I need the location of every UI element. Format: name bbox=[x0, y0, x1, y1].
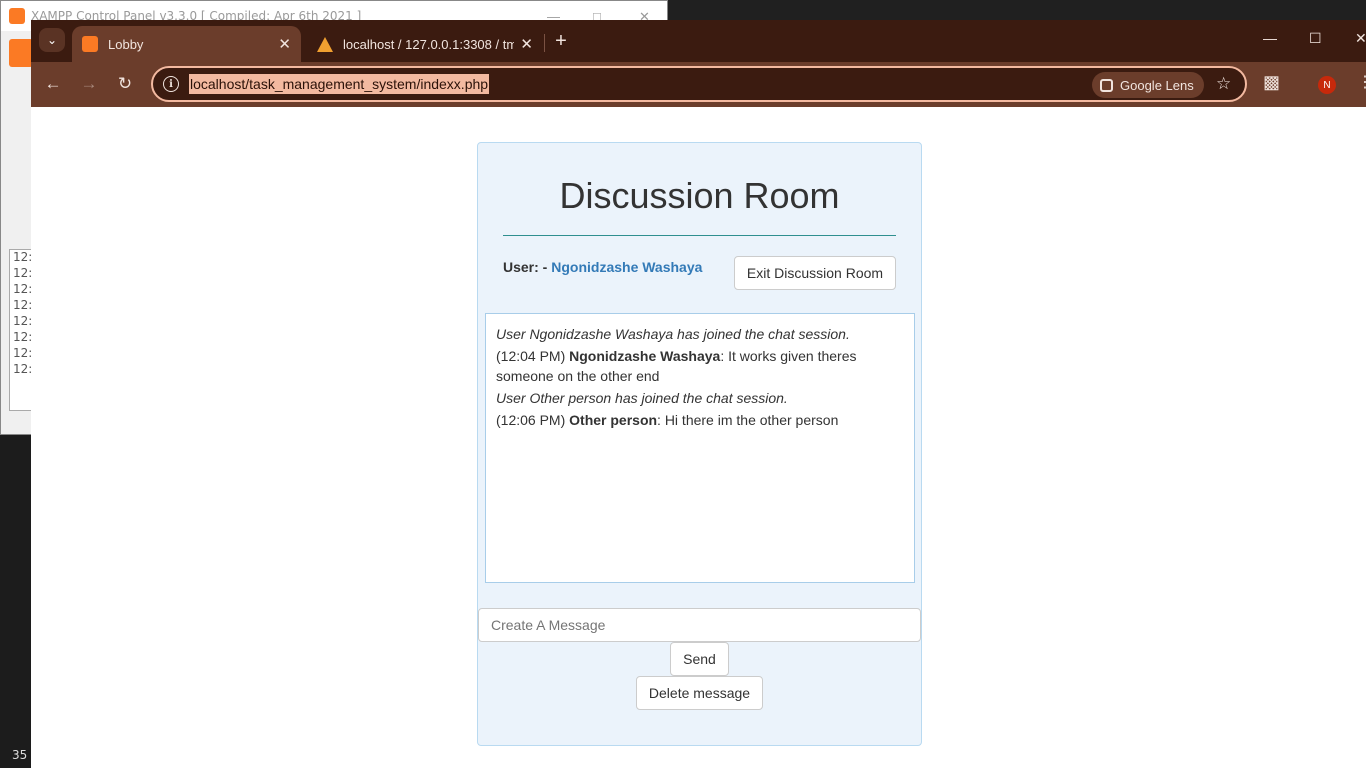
back-icon[interactable]: ← bbox=[41, 72, 65, 96]
background-window-strip bbox=[668, 0, 1366, 20]
page-content: Discussion Room User: - Ngonidzashe Wash… bbox=[31, 107, 1366, 768]
message-author: Other person bbox=[569, 412, 658, 428]
tab-bar: ⌄ Lobby ✕ localhost / 127.0.0.1:3308 / t… bbox=[31, 20, 1366, 62]
menu-icon[interactable]: ⋮ bbox=[1357, 72, 1366, 92]
user-name: Ngonidzashe Washaya bbox=[551, 259, 703, 275]
discussion-room-panel: Discussion Room User: - Ngonidzashe Wash… bbox=[477, 142, 922, 746]
message-time: (12:06 PM) bbox=[496, 412, 566, 428]
new-tab-button[interactable]: + bbox=[549, 29, 573, 53]
tab-lobby[interactable]: Lobby ✕ bbox=[72, 26, 301, 62]
message-time: (12:04 PM) bbox=[496, 348, 566, 364]
message-text: : Hi there im the other person bbox=[657, 412, 839, 428]
google-lens-label: Google Lens bbox=[1120, 77, 1194, 93]
forward-icon[interactable]: → bbox=[77, 72, 101, 96]
page-title: Discussion Room bbox=[559, 175, 840, 216]
maximize-icon[interactable]: ☐ bbox=[1309, 30, 1322, 47]
site-info-icon[interactable]: i bbox=[163, 76, 179, 92]
message-input[interactable] bbox=[478, 608, 921, 642]
chat-message: (12:06 PM) Other person: Hi there im the… bbox=[496, 410, 904, 430]
url-text[interactable]: localhost/task_management_system/indexx.… bbox=[189, 74, 490, 94]
chat-system-message: User Ngonidzashe Washaya has joined the … bbox=[496, 326, 850, 342]
tab-search-button[interactable]: ⌄ bbox=[39, 28, 65, 52]
send-button[interactable]: Send bbox=[670, 642, 729, 676]
user-label: User: - bbox=[503, 259, 552, 275]
taskbar-number: 35 bbox=[12, 748, 28, 762]
desktop-area bbox=[0, 435, 31, 768]
browser-toolbar: ← → ↻ i localhost/task_management_system… bbox=[31, 62, 1366, 107]
minimize-icon[interactable]: — bbox=[1263, 30, 1277, 46]
close-icon[interactable]: ✕ bbox=[1355, 30, 1366, 47]
profile-avatar[interactable]: N bbox=[1318, 76, 1336, 94]
xampp-logo-icon bbox=[9, 39, 33, 67]
delete-message-button[interactable]: Delete message bbox=[636, 676, 763, 710]
chat-system-message: User Other person has joined the chat se… bbox=[496, 390, 788, 406]
chat-message: (12:04 PM) Ngonidzashe Washaya: It works… bbox=[496, 346, 904, 386]
reload-icon[interactable]: ↻ bbox=[113, 72, 137, 96]
exit-room-button[interactable]: Exit Discussion Room bbox=[734, 256, 896, 290]
google-lens-button[interactable]: Google Lens bbox=[1092, 72, 1204, 98]
close-tab-icon[interactable]: ✕ bbox=[278, 35, 291, 53]
message-author: Ngonidzashe Washaya bbox=[569, 348, 721, 364]
chat-log: User Ngonidzashe Washaya has joined the … bbox=[485, 313, 915, 583]
xampp-icon bbox=[82, 36, 98, 52]
bookmark-star-icon[interactable]: ☆ bbox=[1216, 74, 1231, 94]
lens-icon bbox=[1100, 78, 1113, 92]
browser-window: ⌄ Lobby ✕ localhost / 127.0.0.1:3308 / t… bbox=[31, 20, 1366, 768]
tab-title: Lobby bbox=[108, 36, 144, 52]
user-info: User: - Ngonidzashe Washaya bbox=[503, 259, 702, 275]
phpmyadmin-icon bbox=[317, 36, 333, 52]
address-bar[interactable]: i localhost/task_management_system/index… bbox=[151, 66, 1247, 102]
tab-divider bbox=[544, 34, 545, 52]
tab-title: localhost / 127.0.0.1:3308 / tms bbox=[343, 36, 515, 52]
xampp-icon bbox=[9, 8, 25, 24]
close-tab-icon[interactable]: ✕ bbox=[520, 35, 533, 53]
title-divider bbox=[503, 235, 896, 236]
extensions-icon[interactable]: ▩ bbox=[1263, 72, 1280, 93]
tab-phpmyadmin[interactable]: localhost / 127.0.0.1:3308 / tms ✕ bbox=[307, 26, 543, 62]
